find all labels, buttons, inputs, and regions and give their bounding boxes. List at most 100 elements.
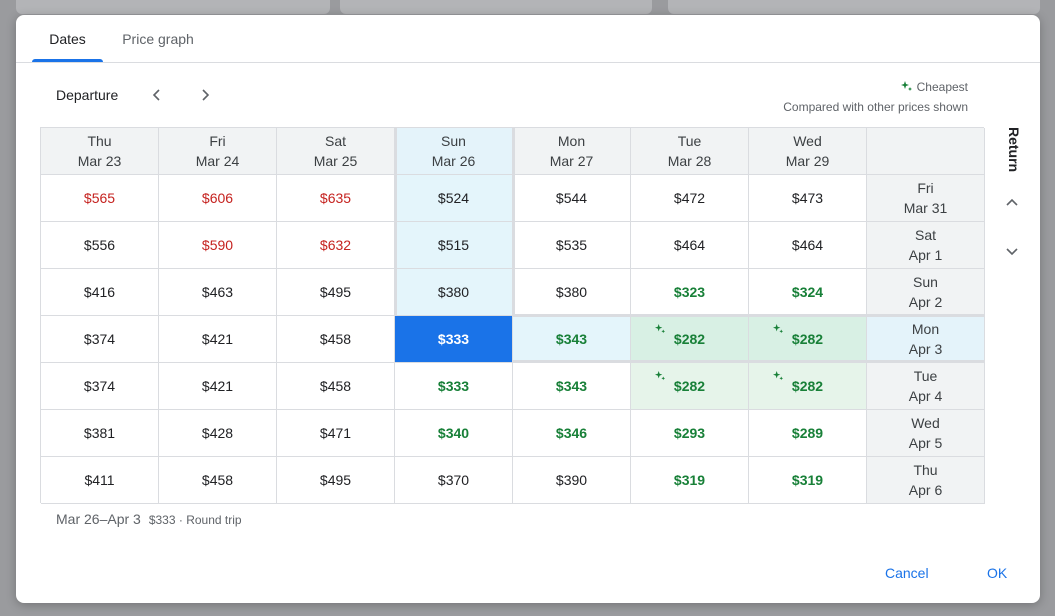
grid-corner: [867, 128, 985, 175]
price-value: $390: [555, 472, 588, 488]
price-cell[interactable]: $464: [631, 222, 749, 269]
header-day: Mon: [557, 133, 586, 149]
tab-dates[interactable]: Dates: [32, 15, 103, 63]
departure-label: Departure: [56, 87, 119, 103]
header-date: Mar 26: [431, 153, 476, 169]
price-cell[interactable]: $333: [395, 316, 513, 363]
price-cell[interactable]: $411: [41, 457, 159, 504]
header-day: Mon: [911, 321, 940, 337]
header-day: Fri: [917, 180, 934, 196]
price-cell[interactable]: $380: [513, 269, 631, 316]
header-date: Mar 28: [667, 153, 712, 169]
sparkle-icon: [655, 369, 666, 385]
price-value: $416: [83, 284, 116, 300]
price-value: $346: [555, 425, 588, 441]
header-date: Apr 3: [908, 341, 943, 357]
chevron-down-icon: [1006, 248, 1018, 256]
price-value: $635: [319, 190, 352, 206]
price-value: $495: [319, 284, 352, 300]
price-cell[interactable]: $374: [41, 316, 159, 363]
header-day: Thu: [87, 133, 112, 149]
price-cell[interactable]: $524: [395, 175, 513, 222]
return-date-header: Thu Apr 6: [867, 457, 985, 504]
price-cell[interactable]: $293: [631, 410, 749, 457]
ok-button[interactable]: OK: [987, 565, 1007, 581]
next-return-dates-button[interactable]: [1000, 239, 1024, 263]
price-cell[interactable]: $319: [631, 457, 749, 504]
price-value: $333: [437, 331, 470, 347]
header-date: Apr 4: [908, 388, 943, 404]
price-cell[interactable]: $370: [395, 457, 513, 504]
price-cell[interactable]: $458: [277, 363, 395, 410]
return-label: Return: [1006, 127, 1022, 173]
price-value: $464: [791, 237, 824, 253]
price-value: $458: [201, 472, 234, 488]
price-cell[interactable]: $458: [277, 316, 395, 363]
price-value: $343: [555, 378, 588, 394]
price-cell[interactable]: $380: [395, 269, 513, 316]
price-cell[interactable]: $590: [159, 222, 277, 269]
price-cell[interactable]: $472: [631, 175, 749, 222]
cheapest-legend: Cheapest Compared with other prices show…: [783, 77, 968, 117]
price-cell[interactable]: $565: [41, 175, 159, 222]
price-value: $458: [319, 378, 352, 394]
price-cell[interactable]: $282: [749, 316, 867, 363]
price-cell[interactable]: $606: [159, 175, 277, 222]
price-cell[interactable]: $390: [513, 457, 631, 504]
price-value: $515: [437, 237, 470, 253]
price-cell[interactable]: $421: [159, 316, 277, 363]
price-value: $458: [319, 331, 352, 347]
price-grid-wrapper: Thu Mar 23 Fri Mar 24 Sat Mar 25 Sun Mar 26 Mon M…: [40, 127, 985, 504]
price-cell[interactable]: $324: [749, 269, 867, 316]
price-cell[interactable]: $323: [631, 269, 749, 316]
price-value: $463: [201, 284, 234, 300]
price-cell[interactable]: $381: [41, 410, 159, 457]
header-date: Mar 25: [313, 153, 358, 169]
price-cell[interactable]: $556: [41, 222, 159, 269]
price-value: $374: [83, 378, 116, 394]
previous-return-dates-button[interactable]: [1000, 191, 1024, 215]
price-cell[interactable]: $464: [749, 222, 867, 269]
price-cell[interactable]: $346: [513, 410, 631, 457]
price-cell[interactable]: $463: [159, 269, 277, 316]
price-cell[interactable]: $421: [159, 363, 277, 410]
price-cell[interactable]: $535: [513, 222, 631, 269]
price-cell[interactable]: $374: [41, 363, 159, 410]
price-cell[interactable]: $495: [277, 457, 395, 504]
price-cell[interactable]: $333: [395, 363, 513, 410]
tab-price-graph[interactable]: Price graph: [111, 15, 205, 63]
chevron-right-icon: [202, 89, 210, 101]
price-value: $380: [437, 284, 470, 300]
previous-dates-button[interactable]: [145, 83, 169, 107]
price-cell[interactable]: $495: [277, 269, 395, 316]
price-cell[interactable]: $343: [513, 363, 631, 410]
departure-date-header: Wed Mar 29: [749, 128, 867, 175]
price-cell[interactable]: $544: [513, 175, 631, 222]
price-cell[interactable]: $458: [159, 457, 277, 504]
price-cell[interactable]: $428: [159, 410, 277, 457]
price-cell[interactable]: $416: [41, 269, 159, 316]
price-cell[interactable]: $319: [749, 457, 867, 504]
header-date: Apr 5: [908, 435, 943, 451]
price-cell[interactable]: $282: [631, 363, 749, 410]
price-cell[interactable]: $343: [513, 316, 631, 363]
next-dates-button[interactable]: [193, 83, 217, 107]
departure-date-header: Tue Mar 28: [631, 128, 749, 175]
price-value: $464: [673, 237, 706, 253]
price-cell[interactable]: $632: [277, 222, 395, 269]
price-cell[interactable]: $340: [395, 410, 513, 457]
header-day: Sat: [324, 133, 346, 149]
departure-date-header: Sun Mar 26: [395, 128, 513, 175]
price-cell[interactable]: $289: [749, 410, 867, 457]
price-cell[interactable]: $282: [631, 316, 749, 363]
price-value: $293: [673, 425, 706, 441]
price-value: $606: [201, 190, 234, 206]
price-cell[interactable]: $471: [277, 410, 395, 457]
cancel-button[interactable]: Cancel: [885, 565, 929, 581]
price-cell[interactable]: $635: [277, 175, 395, 222]
price-cell[interactable]: $282: [749, 363, 867, 410]
price-cell[interactable]: $515: [395, 222, 513, 269]
price-cell[interactable]: $473: [749, 175, 867, 222]
price-value: $471: [319, 425, 352, 441]
return-date-header: Sat Apr 1: [867, 222, 985, 269]
